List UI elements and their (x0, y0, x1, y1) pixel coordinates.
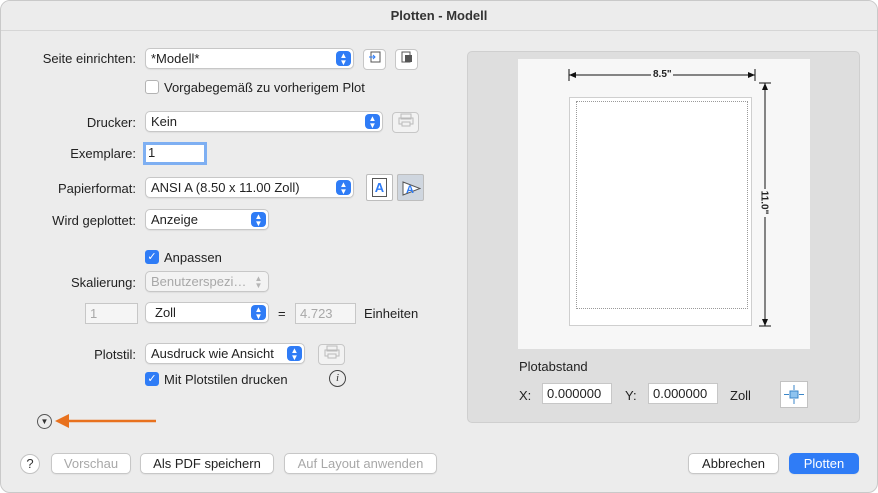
scale-preset-select[interactable]: Benutzerspezi… ▲ ▼ (145, 271, 269, 292)
plot-area-value: Anzeige (151, 212, 198, 227)
default-previous-plot-label: Vorgabegemäß zu vorherigem Plot (164, 80, 365, 95)
chevron-updown-icon: ▲ ▼ (251, 305, 266, 321)
landscape-icon: A (402, 181, 421, 196)
chevron-updown-icon: ▲ ▼ (254, 274, 263, 290)
default-previous-plot-checkbox[interactable] (145, 80, 159, 94)
scale-preset-value: Benutzerspezi… (151, 274, 247, 289)
annotation-arrow-icon (55, 414, 156, 428)
preview-button[interactable]: Vorschau (51, 453, 131, 474)
save-as-pdf-button[interactable]: Als PDF speichern (140, 453, 274, 474)
scale-equals-sign: = (278, 306, 286, 321)
offset-y-label: Y: (625, 388, 637, 403)
offset-x-input[interactable]: 0.000000 (542, 383, 612, 404)
scale-units-label: Einheiten (364, 306, 419, 321)
plot-style-label: Plotstil: (94, 347, 136, 362)
import-page-setup-button[interactable] (363, 49, 386, 70)
printable-area (576, 101, 748, 309)
printer-icon (398, 113, 413, 127)
chevron-updown-icon: ▲ ▼ (287, 346, 302, 362)
window-title: Plotten - Modell (1, 1, 877, 31)
offset-x-label: X: (519, 388, 532, 403)
plot-with-styles-checkbox[interactable]: ✓ (145, 372, 159, 386)
plot-style-value: Ausdruck wie Ansicht (151, 346, 274, 361)
scale-unit-select[interactable]: Zoll ▲ ▼ (145, 302, 269, 323)
apply-to-layout-button[interactable]: Auf Layout anwenden (284, 453, 437, 474)
info-icon[interactable]: i (329, 370, 346, 387)
plot-style-select[interactable]: Ausdruck wie Ansicht ▲ ▼ (145, 343, 305, 364)
scale-paper-units-input[interactable]: 1 (85, 303, 138, 324)
printer-select[interactable]: Kein ▲ ▼ (145, 111, 383, 132)
chevron-updown-icon: ▲ ▼ (251, 212, 266, 228)
portrait-icon: A (372, 178, 387, 197)
chevron-updown-icon: ▲ ▼ (336, 180, 351, 196)
plot-style-edit-button[interactable] (318, 344, 345, 365)
landscape-orientation-button[interactable]: A (397, 174, 424, 201)
printer-properties-button[interactable] (392, 112, 419, 133)
portrait-orientation-button[interactable]: A (366, 174, 393, 201)
page-setup-manager-button[interactable] (395, 49, 418, 70)
width-dimension-label: 8.5" (653, 69, 672, 80)
page-manager-icon (401, 51, 412, 63)
help-button[interactable]: ? (20, 454, 40, 474)
scale-drawing-units-input[interactable]: 4.723 (295, 303, 356, 324)
plot-button[interactable]: Plotten (789, 453, 859, 474)
fit-to-paper-checkbox[interactable]: ✓ (145, 250, 159, 264)
cancel-button[interactable]: Abbrechen (688, 453, 779, 474)
import-icon (368, 51, 380, 63)
chevron-updown-icon: ▲ ▼ (365, 114, 380, 130)
copies-input[interactable]: 1 (143, 142, 207, 165)
plot-area-label: Wird geplottet: (52, 213, 136, 228)
page-setup-value: *Modell* (151, 51, 200, 66)
height-dimension-label: 11.0" (758, 190, 770, 215)
copies-label: Exemplare: (70, 146, 136, 161)
plot-dialog: Plotten - Modell Seite einrichten: *Mode… (0, 0, 878, 493)
offset-y-input[interactable]: 0.000000 (648, 383, 718, 404)
page-setup-label: Seite einrichten: (42, 51, 136, 66)
paper-size-value: ANSI A (8.50 x 11.00 Zoll) (151, 180, 300, 195)
printer-label: Drucker: (86, 115, 136, 130)
chevron-updown-icon: ▲ ▼ (336, 51, 351, 67)
paper-size-select[interactable]: ANSI A (8.50 x 11.00 Zoll) ▲ ▼ (145, 177, 354, 198)
paper-size-label: Papierformat: (57, 181, 136, 196)
fit-to-paper-label: Anpassen (164, 250, 222, 265)
plot-area-select[interactable]: Anzeige ▲ ▼ (145, 209, 269, 230)
center-plot-button[interactable] (780, 381, 808, 408)
page-setup-select[interactable]: *Modell* ▲ ▼ (145, 48, 354, 69)
scale-label: Skalierung: (70, 275, 136, 290)
plot-offset-title: Plotabstand (519, 359, 588, 374)
scale-unit-value: Zoll (155, 305, 176, 320)
plot-with-styles-label: Mit Plotstilen drucken (164, 372, 288, 387)
expand-options-toggle[interactable]: ▼ (37, 414, 52, 429)
offset-unit-label: Zoll (730, 388, 751, 403)
center-icon (784, 385, 804, 404)
printer-icon (324, 345, 339, 359)
printer-value: Kein (151, 114, 178, 129)
svg-text:A: A (406, 184, 414, 196)
